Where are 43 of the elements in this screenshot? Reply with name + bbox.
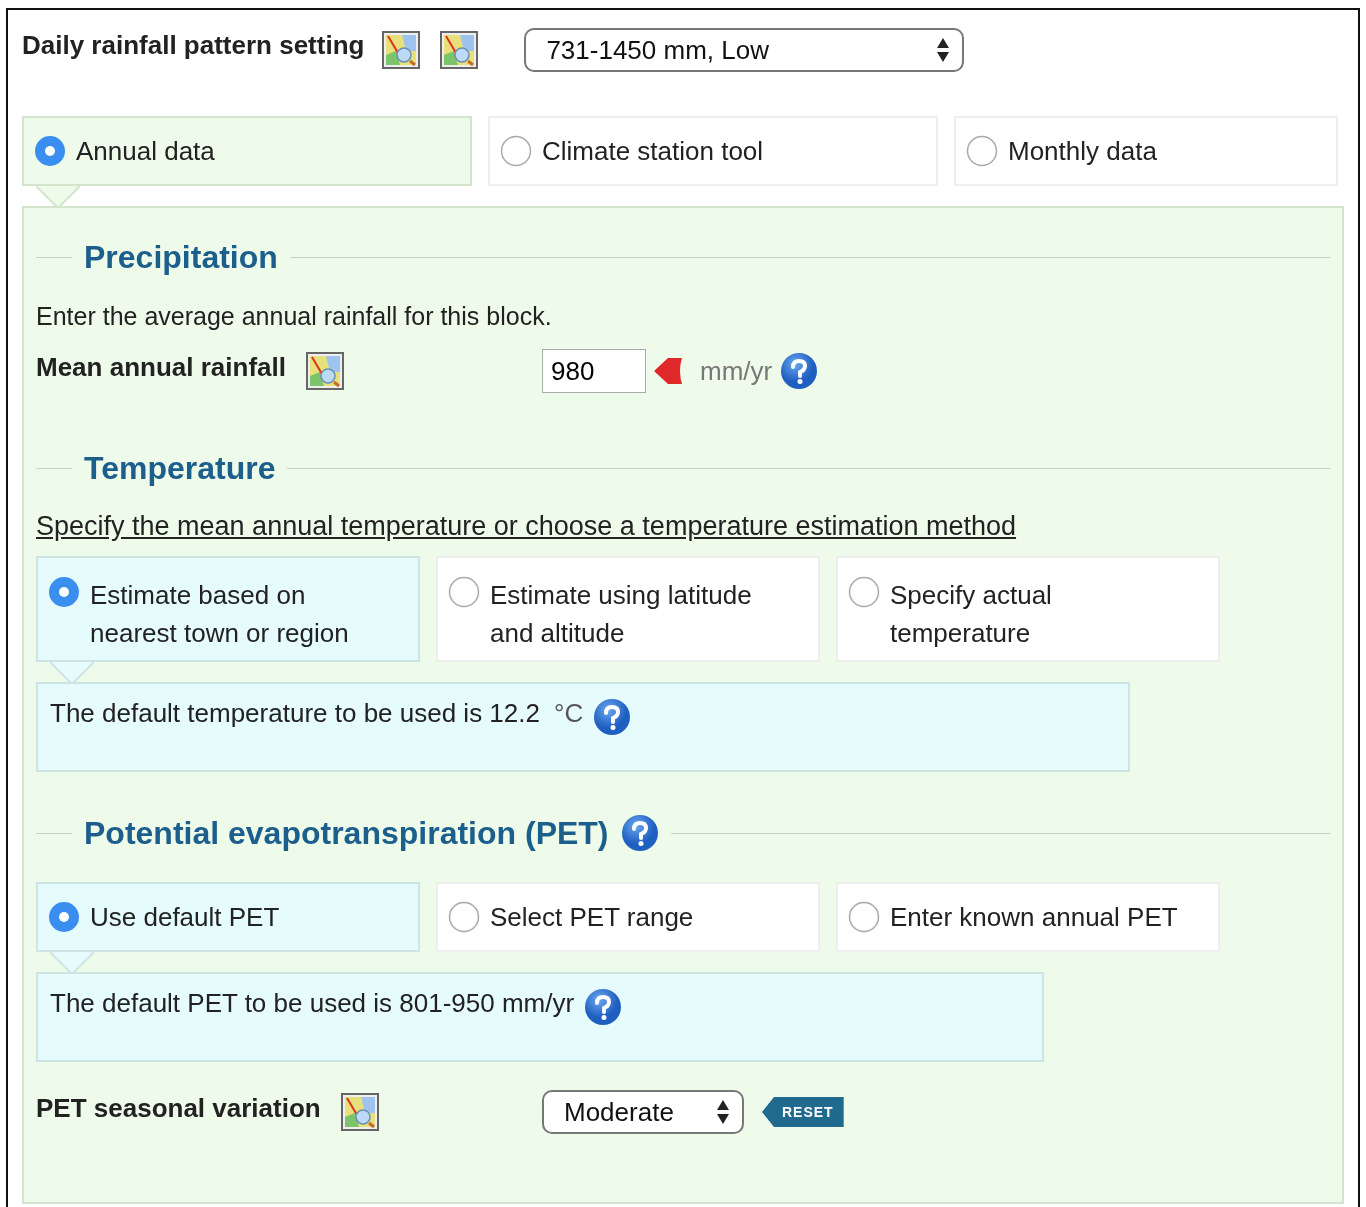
radio-button[interactable] (966, 135, 998, 167)
radio-button[interactable] (848, 901, 880, 933)
field-label: Mean annual rainfall (36, 352, 286, 383)
map-icon[interactable] (305, 352, 344, 390)
radio-button[interactable] (448, 901, 480, 933)
map-icon[interactable] (440, 31, 479, 69)
updown-arrows-icon (936, 37, 951, 63)
radio-button[interactable] (500, 135, 532, 167)
section-heading: Potential evapotranspiration (PET) (84, 814, 609, 852)
option-tab[interactable]: Climate station tool (488, 116, 938, 186)
setting-title: Daily rainfall pattern setting (22, 29, 365, 61)
help-icon[interactable] (780, 352, 819, 390)
info-text: The default PET to be used is 801-950 mm/yr (50, 988, 575, 1019)
option-tab[interactable]: Specify actual temperature (836, 556, 1220, 662)
rainfall-select[interactable]: 731-1450 mm, Low (524, 28, 965, 72)
rainfall-input[interactable]: 980 (542, 349, 646, 393)
option-tab[interactable]: Estimate using latitude and altitude (436, 556, 820, 662)
radio-button[interactable] (48, 901, 80, 933)
option-tab[interactable]: Enter known annual PET (836, 882, 1220, 952)
map-icon[interactable] (382, 31, 421, 69)
map-icon[interactable] (340, 1093, 379, 1131)
radio-button[interactable] (448, 576, 480, 608)
unit-text: °C (554, 698, 584, 729)
radio-button[interactable] (848, 576, 880, 608)
radio-button[interactable] (48, 576, 80, 608)
instruction-link[interactable]: Specify the mean annual temperature or choose a temperature estimation method (36, 511, 1017, 541)
info-text: The default temperature to be used is 12.2 (50, 698, 540, 729)
option-tab[interactable]: Monthly data (954, 116, 1338, 186)
seasonal-select[interactable]: Moderate (542, 1090, 744, 1134)
section-heading: Temperature (84, 449, 276, 487)
radio-button[interactable] (34, 135, 66, 167)
unit-text: mm/yr (700, 355, 773, 387)
help-icon[interactable] (584, 988, 623, 1026)
option-tab[interactable]: Select PET range (436, 882, 820, 952)
updown-arrows-icon (716, 1099, 730, 1125)
marker-icon (654, 356, 684, 386)
field-label: PET seasonal variation (36, 1093, 321, 1124)
help-icon[interactable] (593, 698, 632, 736)
help-icon[interactable] (620, 814, 659, 852)
description-text: Enter the average annual rainfall for this block. (36, 302, 553, 331)
section-heading: Precipitation (84, 238, 278, 276)
option-tab[interactable]: Estimate based on nearest town or region (36, 556, 420, 662)
reset-button[interactable]: RESET (762, 1097, 844, 1127)
